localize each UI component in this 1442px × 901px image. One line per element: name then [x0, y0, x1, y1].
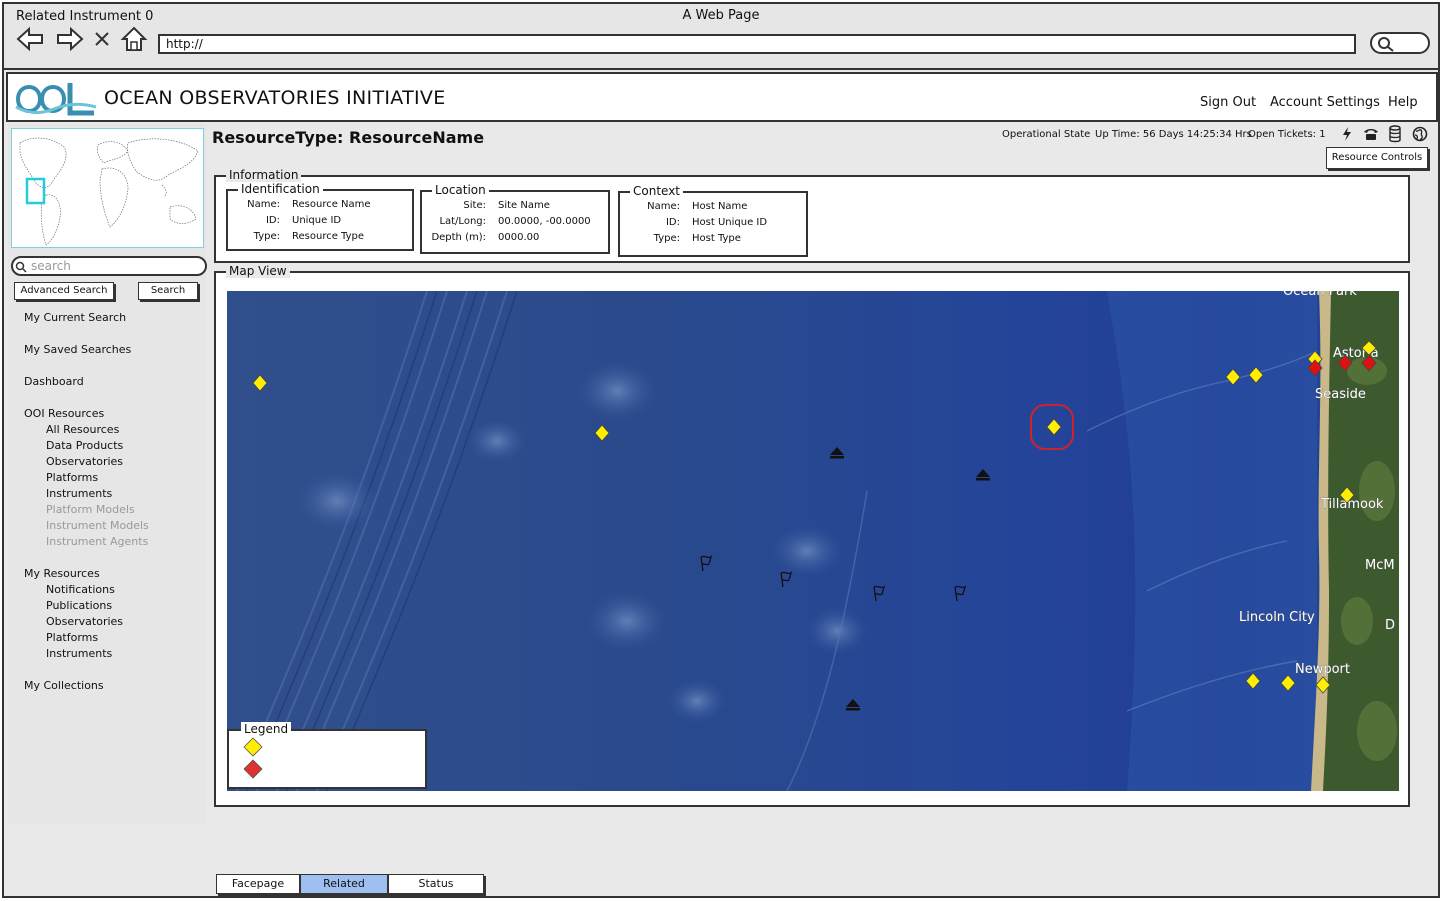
search-icon	[1378, 37, 1394, 52]
place-label-d: D	[1385, 618, 1395, 633]
nav-my-platforms[interactable]: Platforms	[46, 631, 98, 644]
resource-title: ResourceType: ResourceName	[212, 128, 485, 147]
nav-notifications[interactable]: Notifications	[46, 583, 115, 596]
nav-my-current-search[interactable]: My Current Search	[24, 311, 126, 324]
forward-arrow-icon[interactable]	[56, 26, 84, 52]
database-icon[interactable]	[1388, 125, 1402, 143]
nav-my-collections[interactable]: My Collections	[24, 679, 104, 692]
account-settings-link[interactable]: Account Settings	[1270, 95, 1380, 110]
tab-related[interactable]: Related	[300, 874, 388, 894]
lightning-icon[interactable]	[1340, 126, 1354, 142]
context-name-label: Name:	[647, 201, 680, 212]
place-label-ocean-park: Ocean Park	[1283, 291, 1357, 299]
context-id-label: ID:	[665, 217, 680, 228]
nav-platforms[interactable]: Platforms	[46, 471, 98, 484]
open-tickets: Open Tickets: 1	[1248, 129, 1326, 140]
home-icon[interactable]	[120, 26, 148, 52]
identification-legend: Identification	[238, 182, 323, 196]
location-site-label: Site:	[463, 200, 486, 211]
nav-my-observatories[interactable]: Observatories	[46, 615, 123, 628]
legend-red-diamond-icon	[243, 759, 263, 779]
context-name-value: Host Name	[692, 201, 748, 212]
search-button[interactable]: Search	[138, 282, 198, 300]
browser-window: Related Instrument 0 A Web Page http://	[2, 2, 1440, 898]
id-type-value: Resource Type	[292, 231, 365, 242]
sidebar-search-input[interactable]: search	[11, 256, 207, 276]
nav-ooi-resources[interactable]: OOI Resources	[24, 407, 104, 420]
nav-instrument-models: Instrument Models	[46, 519, 149, 532]
uptime-text: Up Time: 56 Days 14:25:34 Hrs	[1095, 129, 1252, 140]
location-depth-value: 0000.00	[498, 232, 540, 243]
nav-data-products[interactable]: Data Products	[46, 439, 123, 452]
tab-status[interactable]: Status	[388, 874, 484, 894]
ocean-map[interactable]: Ocean Park Astoria Seaside Tillamook McM…	[227, 291, 1399, 791]
back-arrow-icon[interactable]	[16, 26, 44, 52]
search-icon	[15, 261, 27, 273]
map-legend-title: Legend	[241, 722, 292, 736]
browser-titlebar: Related Instrument 0 A Web Page http://	[4, 4, 1438, 70]
map-view-legend: Map View	[226, 264, 290, 278]
place-label-seaside: Seaside	[1315, 387, 1366, 402]
app-header: OCEAN OBSERVATORIES INITIATIVE Sign Out …	[6, 72, 1438, 122]
legend-yellow-diamond-icon	[243, 737, 263, 757]
location-group: Location Site: Site Name Lat/Long: 00.00…	[420, 183, 610, 254]
id-name-label: Name:	[247, 199, 280, 210]
nav-my-instruments[interactable]: Instruments	[46, 647, 112, 660]
url-bar[interactable]: http://	[158, 34, 1356, 54]
nav-my-resources[interactable]: My Resources	[24, 567, 100, 580]
location-legend: Location	[432, 183, 489, 197]
place-label-lincoln-city: Lincoln City	[1239, 610, 1315, 625]
id-name-value: Resource Name	[292, 199, 371, 210]
resource-controls-button[interactable]: Resource Controls	[1326, 147, 1428, 169]
sidebar: search Advanced Search Search My Current…	[8, 124, 207, 824]
context-group: Context Name: Host Name ID: Host Unique …	[618, 184, 808, 257]
browser-search-field[interactable]	[1370, 32, 1430, 54]
map-legend: Legend	[227, 722, 427, 789]
place-label-mcm: McM	[1365, 558, 1395, 573]
nav-platform-models: Platform Models	[46, 503, 135, 516]
information-legend: Information	[226, 168, 302, 182]
context-type-label: Type:	[653, 233, 680, 244]
help-link[interactable]: Help	[1388, 95, 1418, 110]
page-title: A Web Page	[682, 8, 760, 23]
place-label-newport: Newport	[1295, 662, 1350, 677]
map-canvas[interactable]: Ocean Park Astoria Seaside Tillamook McM…	[227, 291, 1399, 791]
context-id-value: Host Unique ID	[692, 217, 768, 228]
nav-instrument-agents: Instrument Agents	[46, 535, 149, 548]
world-map-sketch	[19, 137, 199, 246]
id-id-label: ID:	[265, 215, 280, 226]
world-minimap[interactable]	[11, 128, 204, 248]
context-type-value: Host Type	[692, 233, 741, 244]
brand-title: OCEAN OBSERVATORIES INITIATIVE	[104, 87, 446, 109]
nav-observatories[interactable]: Observatories	[46, 455, 123, 468]
ooi-logo[interactable]	[14, 77, 98, 119]
context-legend: Context	[630, 184, 684, 198]
nav-all-resources[interactable]: All Resources	[46, 423, 119, 436]
tab-facepage[interactable]: Facepage	[216, 874, 300, 894]
operational-state: Operational State	[1002, 129, 1091, 140]
nav-dashboard[interactable]: Dashboard	[24, 375, 84, 388]
nav-my-saved-searches[interactable]: My Saved Searches	[24, 343, 131, 356]
identification-group: Identification Name: Resource Name ID: U…	[226, 182, 414, 251]
id-type-label: Type:	[253, 231, 280, 242]
information-panel: Information Identification Name: Resourc…	[214, 168, 1410, 263]
nav-publications[interactable]: Publications	[46, 599, 112, 612]
advanced-search-button[interactable]: Advanced Search	[14, 282, 114, 300]
stop-icon[interactable]	[92, 26, 112, 52]
phone-icon[interactable]	[1362, 126, 1380, 142]
location-latlong-label: Lat/Long:	[439, 216, 486, 227]
place-label-tillamook: Tillamook	[1320, 497, 1384, 512]
location-site-value: Site Name	[498, 200, 550, 211]
id-id-value: Unique ID	[292, 215, 342, 226]
location-depth-label: Depth (m):	[431, 232, 486, 243]
globe-icon[interactable]	[1412, 126, 1428, 142]
nav-instruments[interactable]: Instruments	[46, 487, 112, 500]
search-placeholder: search	[31, 259, 71, 273]
location-latlong-value: 00.0000, -00.0000	[498, 216, 591, 227]
sign-out-link[interactable]: Sign Out	[1200, 95, 1256, 110]
